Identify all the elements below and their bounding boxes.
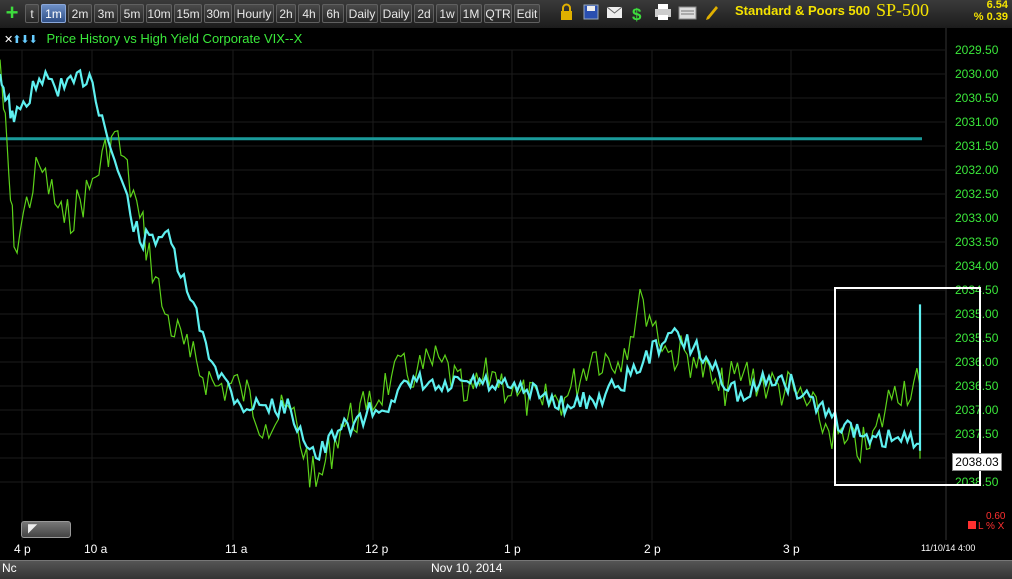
end-timestamp: 11/10/14 4:00 <box>921 543 976 553</box>
x-tick-label: 4 p <box>14 542 31 556</box>
y-tick-label: 2031.00 <box>955 115 999 129</box>
indicator-label-text: L % X <box>978 521 1005 532</box>
y-tick-label: 2033.50 <box>955 235 999 249</box>
y-tick-label: 2032.00 <box>955 163 999 177</box>
y-tick-label: 2034.00 <box>955 259 999 273</box>
indicator-label: L % X <box>968 521 1004 532</box>
x-tick-label: 11 a <box>225 542 248 556</box>
chart-background <box>0 28 1012 560</box>
y-tick-label: 2034.50 <box>955 283 999 297</box>
y-tick-label: 2038.50 <box>955 475 999 489</box>
x-tick-label: 2 p <box>644 542 661 556</box>
legend-arrows-icon[interactable]: ✕⬆⬇⬇ <box>4 34 38 46</box>
legend-title: Price History vs High Yield Corporate VI… <box>46 31 303 46</box>
y-tick-label: 2030.50 <box>955 91 999 105</box>
y-tick-label: 2032.50 <box>955 187 999 201</box>
indicator-color-icon <box>968 521 976 529</box>
time-scrollbar[interactable] <box>0 560 1012 579</box>
bottom-left-label: Nc <box>2 561 17 575</box>
chart-legend: ✕⬆⬇⬇ Price History vs High Yield Corpora… <box>4 31 302 49</box>
x-tick-label: 1 p <box>504 542 521 556</box>
y-tick-label: 2035.50 <box>955 331 999 345</box>
y-tick-label: 2031.50 <box>955 139 999 153</box>
chart-date: Nov 10, 2014 <box>431 561 503 575</box>
x-tick-label: 12 p <box>365 542 389 556</box>
y-tick-label: 2037.50 <box>955 427 999 441</box>
y-tick-label: 2029.50 <box>955 43 999 57</box>
y-tick-label: 2036.00 <box>955 355 999 369</box>
last-price-box: 2038.03 <box>952 453 1002 471</box>
price-chart[interactable]: 2029.50 2030.00 2030.50 2031.00 2031.50 2032.… <box>0 0 1012 578</box>
y-tick-label: 2037.00 <box>955 403 999 417</box>
x-tick-label: 10 a <box>84 542 108 556</box>
y-tick-label: 2030.00 <box>955 67 999 81</box>
x-tick-label: 3 p <box>783 542 800 556</box>
scroll-left-icon: ◤ <box>28 521 38 535</box>
y-tick-label: 2036.50 <box>955 379 999 393</box>
y-tick-label: 2035.00 <box>955 307 999 321</box>
scroll-left-button[interactable]: ◤ <box>21 521 71 538</box>
y-tick-label: 2033.00 <box>955 211 999 225</box>
